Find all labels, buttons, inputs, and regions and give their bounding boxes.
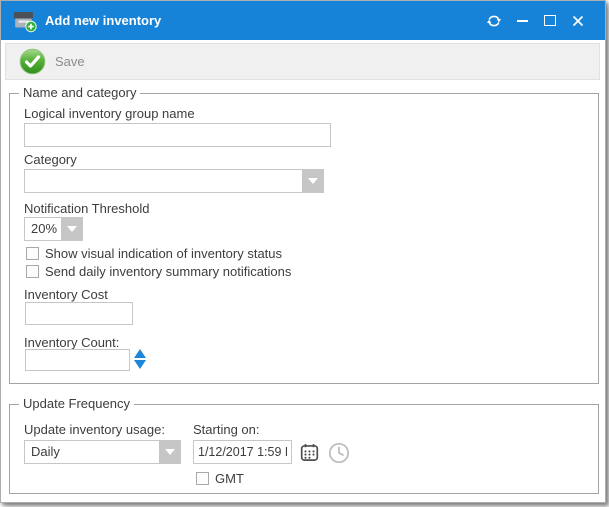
category-select[interactable]: [24, 169, 324, 193]
minimize-button[interactable]: [508, 1, 536, 40]
toolbar: Save: [5, 43, 600, 80]
starting-on-input[interactable]: [193, 440, 292, 464]
threshold-dropdown-button[interactable]: [61, 218, 82, 240]
show-visual-checkbox-row[interactable]: Show visual indication of inventory stat…: [26, 246, 282, 261]
gmt-checkbox-row[interactable]: GMT: [196, 471, 244, 486]
save-check-icon: [19, 48, 46, 75]
spin-down-icon: [134, 360, 146, 369]
chevron-down-icon: [165, 449, 175, 455]
window-controls: [480, 1, 592, 40]
show-visual-checkbox[interactable]: [26, 247, 39, 260]
name-category-legend: Name and category: [19, 85, 140, 100]
save-button[interactable]: Save: [6, 44, 95, 79]
usage-value: Daily: [25, 441, 159, 463]
add-inventory-window: Add new inventory: [0, 0, 606, 503]
inventory-add-icon: [12, 9, 38, 33]
window-title: Add new inventory: [45, 13, 161, 28]
group-name-input[interactable]: [24, 123, 331, 147]
category-value: [25, 170, 302, 192]
chevron-down-icon: [308, 178, 318, 184]
usage-select[interactable]: Daily: [24, 440, 181, 464]
send-daily-label: Send daily inventory summary notificatio…: [45, 264, 291, 279]
show-visual-label: Show visual indication of inventory stat…: [45, 246, 282, 261]
threshold-value: 20%: [25, 218, 61, 240]
category-dropdown-button[interactable]: [302, 170, 323, 192]
threshold-label: Notification Threshold: [24, 201, 150, 216]
count-spinner[interactable]: [134, 349, 146, 369]
minimize-icon: [517, 20, 528, 22]
calendar-icon: [300, 443, 319, 462]
maximize-icon: [544, 15, 556, 26]
group-name-label: Logical inventory group name: [24, 106, 195, 121]
clock-icon: [328, 442, 350, 464]
update-frequency-legend: Update Frequency: [19, 396, 134, 411]
usage-label: Update inventory usage:: [24, 422, 165, 437]
time-picker-button[interactable]: [327, 441, 350, 464]
starting-on-label: Starting on:: [193, 422, 260, 437]
refresh-button[interactable]: [480, 1, 508, 40]
refresh-icon: [486, 13, 502, 29]
maximize-button[interactable]: [536, 1, 564, 40]
threshold-select[interactable]: 20%: [24, 217, 83, 241]
inventory-count-label: Inventory Count:: [24, 335, 119, 350]
titlebar[interactable]: Add new inventory: [1, 1, 605, 40]
chevron-down-icon: [67, 226, 77, 232]
inventory-cost-input[interactable]: [25, 302, 133, 325]
close-icon: [572, 15, 584, 27]
inventory-count-input[interactable]: [25, 349, 130, 371]
usage-dropdown-button[interactable]: [159, 441, 180, 463]
save-label: Save: [55, 54, 85, 69]
category-label: Category: [24, 152, 77, 167]
send-daily-checkbox[interactable]: [26, 265, 39, 278]
gmt-checkbox[interactable]: [196, 472, 209, 485]
close-button[interactable]: [564, 1, 592, 40]
gmt-label: GMT: [215, 471, 244, 486]
send-daily-checkbox-row[interactable]: Send daily inventory summary notificatio…: [26, 264, 291, 279]
inventory-cost-label: Inventory Cost: [24, 287, 108, 302]
spin-up-icon: [134, 349, 146, 358]
calendar-picker-button[interactable]: [299, 442, 320, 463]
